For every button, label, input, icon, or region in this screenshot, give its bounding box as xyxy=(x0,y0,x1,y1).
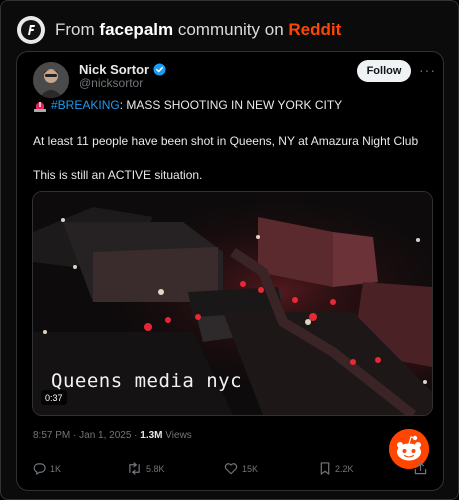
siren-icon xyxy=(34,101,46,112)
tweet-body-line-3: This is still an ACTIVE situation. xyxy=(33,168,203,182)
embed-source-text: From facepalm community on Reddit xyxy=(55,20,341,40)
share-action[interactable] xyxy=(414,462,431,475)
author-handle[interactable]: @nicksortor xyxy=(79,76,143,90)
headline-text: : MASS SHOOTING IN NEW YORK CITY xyxy=(119,98,343,112)
tweet-meta: 8:57 PM · Jan 1, 2025 · 1.3M Views xyxy=(33,430,192,441)
follow-button[interactable]: Follow xyxy=(357,60,411,82)
share-icon xyxy=(414,462,427,475)
like-icon xyxy=(224,463,238,475)
bookmark-action[interactable]: 2.2K xyxy=(319,462,354,475)
timestamp[interactable]: 8:57 PM · Jan 1, 2025 · xyxy=(33,430,140,441)
reddit-embed-card: From facepalm community on Reddit Nick S… xyxy=(0,0,459,500)
community-link[interactable]: facepalm xyxy=(99,20,173,39)
repost-count: 5.8K xyxy=(146,463,165,474)
repost-icon xyxy=(129,462,140,475)
verified-badge-icon xyxy=(153,63,166,76)
video-caption: Queens media nyc xyxy=(51,370,243,392)
avatar[interactable] xyxy=(33,62,69,98)
video-player[interactable]: Queens media nyc 0:37 xyxy=(32,191,433,416)
reply-count: 1K xyxy=(50,463,62,474)
author-name-row[interactable]: Nick Sortor xyxy=(79,62,166,77)
more-options-icon[interactable]: ··· xyxy=(419,62,436,78)
tweet-body-line-2: At least 11 people have been shot in Que… xyxy=(33,134,419,148)
like-action[interactable]: 15K xyxy=(224,462,258,475)
author-name[interactable]: Nick Sortor xyxy=(79,62,149,77)
reply-icon xyxy=(33,463,46,475)
repost-action[interactable]: 5.8K xyxy=(127,462,165,475)
tweet-actions: 1K 5.8K 15K 2.2K xyxy=(17,462,445,480)
like-count: 15K xyxy=(242,463,259,474)
embed-header: From facepalm community on Reddit xyxy=(17,15,341,45)
reply-action[interactable]: 1K xyxy=(33,462,61,475)
bookmark-icon xyxy=(320,462,330,475)
facepalm-logo-icon[interactable] xyxy=(17,16,45,44)
bookmark-count: 2.2K xyxy=(335,463,354,474)
tweet-headline: #BREAKING : MASS SHOOTING IN NEW YORK CI… xyxy=(33,98,342,112)
video-duration-badge: 0:37 xyxy=(41,390,67,405)
views-label: Views xyxy=(162,430,192,441)
embed-prefix: From xyxy=(55,20,95,39)
breaking-hashtag[interactable]: #BREAKING xyxy=(51,98,120,112)
tweet-card: Nick Sortor @nicksortor Follow ··· #BREA… xyxy=(16,51,444,491)
embed-middle: community on xyxy=(177,20,284,39)
reddit-link[interactable]: Reddit xyxy=(288,20,341,39)
views-count: 1.3M xyxy=(140,430,163,441)
